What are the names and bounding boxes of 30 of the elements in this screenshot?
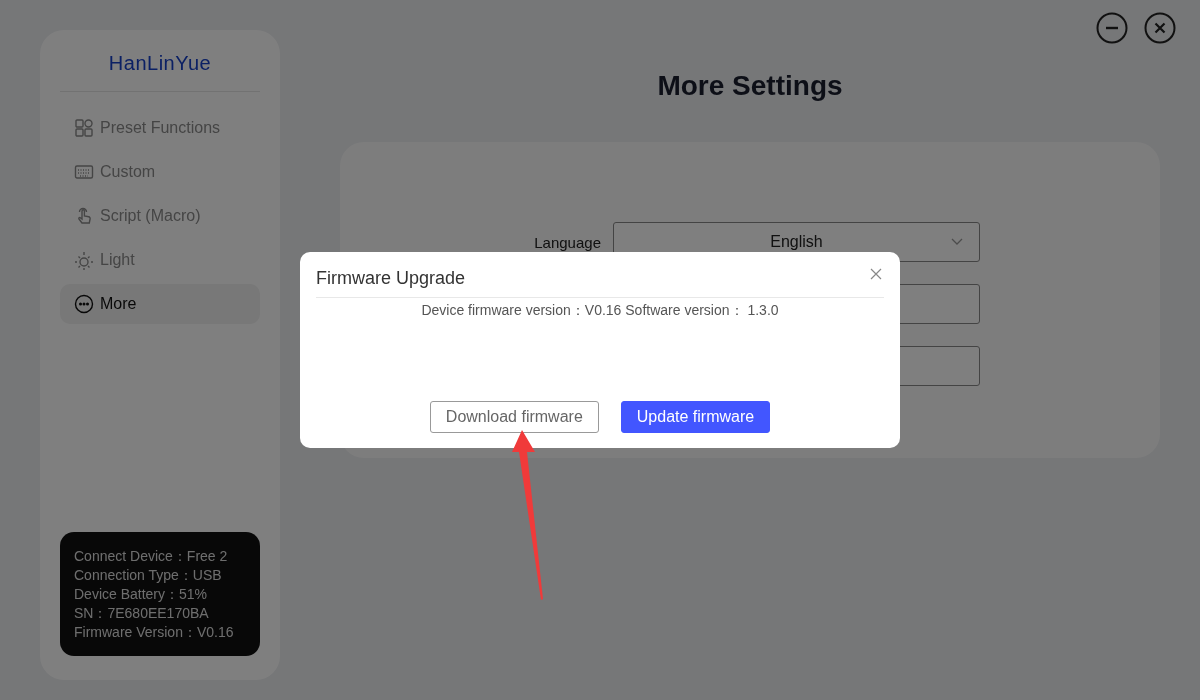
nav-label: Preset Functions [100,119,221,137]
nav-item[interactable]: Script (Macro) [60,196,260,236]
nav-item[interactable]: Preset Functions [60,108,260,148]
minimize-icon[interactable] [1096,12,1128,44]
device-info-line: SN：7E680EE170BA [74,605,210,621]
field-label: Language [534,233,601,251]
page-title: More Settings [656,70,844,102]
nav-item[interactable]: Light [60,240,260,280]
nav-item[interactable]: Custom [60,152,260,192]
device-info-line: Connection Type：USB [74,567,223,583]
more-icon [74,294,94,314]
device-info-line: Firmware Version：V0.16 [74,624,235,640]
download-button[interactable]: Download firmware [429,401,599,433]
update-button[interactable]: Update firmware [620,401,771,433]
nav-label: Script (Macro) [100,207,201,225]
close-icon[interactable] [870,268,882,280]
device-info-line: Device Battery：51% [74,586,209,602]
light-icon [74,250,94,270]
logo: HanLinYue [60,50,260,92]
version-text: Device firmware version：V0.16 Software version： 1.3.0 [420,302,780,320]
nav-item[interactable]: More [60,284,260,324]
nav-label: Light [100,251,135,269]
close-icon[interactable] [1144,12,1176,44]
keyboard-icon [74,162,94,182]
nav-label: Custom [100,163,156,181]
grid-icon [74,118,94,138]
nav-label: More [100,295,137,313]
device-info-line: Connect Device：Free 2 [74,548,229,564]
dialog-title: Firmware Upgrade [316,268,884,298]
chevron-down-icon [951,238,963,246]
